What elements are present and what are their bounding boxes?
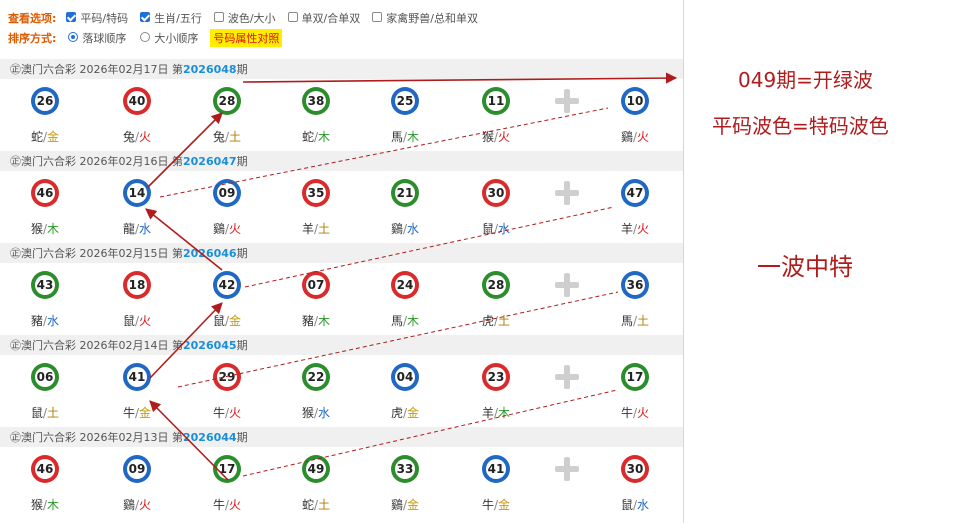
solid-arrow (145, 208, 223, 271)
solid-arrow (149, 302, 223, 379)
dashed-link (177, 291, 619, 388)
dashed-link (242, 389, 618, 477)
solid-arrow (147, 112, 223, 188)
dashed-link (244, 206, 615, 288)
solid-arrow (149, 400, 229, 481)
annotation-rule-note: 平码波色=特码波色 (712, 114, 889, 138)
dashed-link (159, 107, 609, 198)
annotation-summary-note: 一波中特 (757, 253, 853, 281)
annotation-issue-note: 049期=开绿波 (738, 68, 873, 92)
solid-arrow (242, 72, 678, 84)
